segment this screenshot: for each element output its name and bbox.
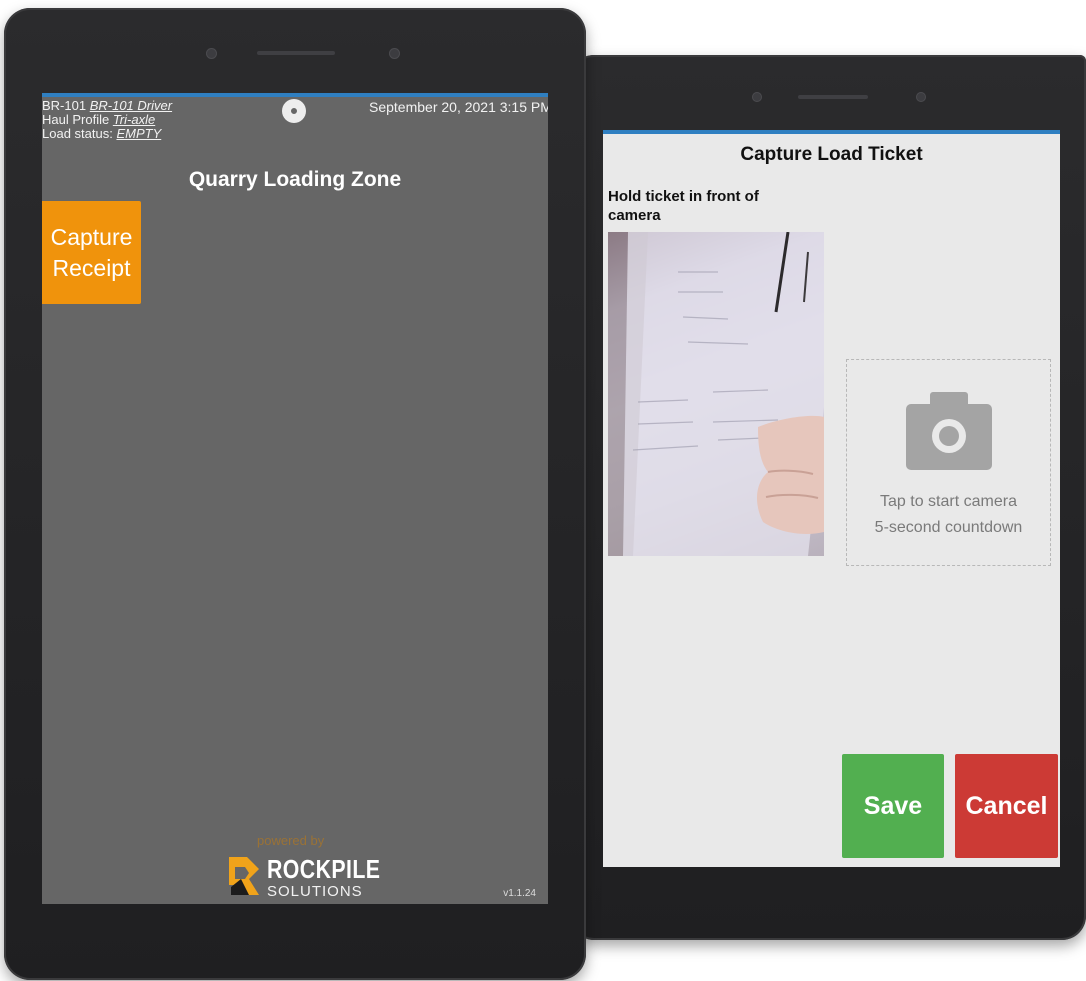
truck-id: BR-101 [42,98,87,113]
front-camera-icon [206,48,217,59]
settings-gear-icon[interactable] [282,99,306,123]
page-title: Capture Load Ticket [740,144,923,165]
capture-button-line2: Receipt [52,254,131,281]
status-block: BR-101 BR-101 Driver Haul Profile Tri-ax… [42,99,172,141]
camera-box-label-2: 5-second countdown [874,519,1023,536]
haul-profile-link[interactable]: Tri-axle [113,112,155,127]
zone-title: Quarry Loading Zone [188,168,402,191]
driver-link[interactable]: BR-101 Driver [90,98,172,113]
version-label: v1.1.24 [503,888,536,899]
load-status-label: Load status: [42,126,113,141]
front-camera-icon [752,92,762,102]
right-tablet: Capture Load Ticket Hold ticket in front… [570,55,1086,940]
load-status-link[interactable]: EMPTY [116,126,161,141]
camera-box-label-1: Tap to start camera [880,493,1017,510]
save-button[interactable]: Save [842,754,944,858]
powered-by-text: powered by [257,833,325,848]
start-camera-button[interactable]: Tap to start camera 5-second countdown [846,359,1051,566]
sensor-icon [916,92,926,102]
camera-icon [905,392,992,470]
gear-center [288,105,300,117]
capture-ticket-screen: Capture Load Ticket Hold ticket in front… [603,130,1060,867]
capture-receipt-button[interactable]: Capture Receipt [42,201,141,304]
speaker-grille [798,95,868,99]
instruction-text: Hold ticket in front of camera [608,188,759,224]
speaker-grille [257,51,335,55]
brand-name: ROCKPILE [267,854,381,884]
left-tablet: BR-101 BR-101 Driver Haul Profile Tri-ax… [4,8,586,980]
datetime: September 20, 2021 3:15 PM [369,99,548,115]
ticket-photo-illustration [608,232,824,556]
camera-preview-image [608,232,824,556]
haul-profile-label: Haul Profile [42,112,110,127]
brand-subtitle: SOLUTIONS [267,883,363,900]
zone-screen: BR-101 BR-101 Driver Haul Profile Tri-ax… [42,93,548,904]
capture-button-line1: Capture [50,223,133,250]
cancel-button[interactable]: Cancel [955,754,1058,858]
sensor-icon [389,48,400,59]
rockpile-logo-icon [229,857,259,895]
